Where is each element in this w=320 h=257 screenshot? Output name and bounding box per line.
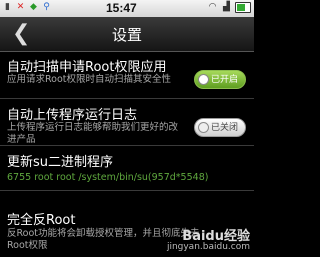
setting-upload-log[interactable]: 自动上传程序运行日志 上传程序运行日志能够帮助我们更好的改进产品 已关闭	[0, 99, 254, 146]
setting-title: 更新su二进制程序	[7, 155, 114, 170]
notification-icon: ◆	[30, 2, 37, 12]
status-bar: ▮ ✕ ◆ ⚲ 15:47 ◠ ▟	[0, 0, 254, 17]
toggle-knob	[198, 74, 209, 85]
setting-subtitle: 应用请求Root权限时自动扫描其安全性	[7, 74, 172, 85]
setting-title: 完全反Root	[7, 213, 76, 228]
status-left-icons: ▮ ✕ ◆ ⚲	[2, 2, 52, 13]
watermark-url: jingyan.baidu.com	[166, 242, 250, 252]
setting-auto-scan[interactable]: 自动扫描申请Root权限应用 应用请求Root权限时自动扫描其安全性 已开启	[0, 52, 254, 99]
watermark: Baidu经验 jingyan.baidu.com	[166, 229, 250, 253]
title-bar: ❮ 设置	[0, 17, 254, 52]
toggle-label: 已关闭	[210, 123, 238, 133]
setting-title: 自动上传程序运行日志	[7, 108, 138, 123]
battery-icon	[235, 2, 251, 13]
app-icon: ✕	[16, 2, 25, 12]
toggle-knob	[198, 122, 209, 133]
signal-icon: ▮	[5, 2, 10, 12]
status-right-icons: ◠ ▟	[207, 2, 251, 13]
setting-subtitle: 上传程序运行日志能够帮助我们更好的改进产品	[7, 122, 179, 145]
status-time: 15:47	[106, 1, 137, 15]
page-title: 设置	[111, 26, 142, 44]
wifi-icon: ◠	[208, 2, 217, 12]
setting-subtitle: 6755 root root /system/bin/su(957d*5548)	[7, 172, 209, 183]
toggle-label: 已开启	[210, 75, 238, 85]
usb-icon: ⚲	[43, 2, 50, 12]
watermark-logo: Baidu经验	[182, 229, 250, 244]
upload-log-toggle[interactable]: 已关闭	[194, 118, 246, 137]
setting-title: 自动扫描申请Root权限应用	[7, 60, 167, 75]
setting-update-su[interactable]: 更新su二进制程序 6755 root root /system/bin/su(…	[0, 146, 254, 191]
signal-bars-icon: ▟	[223, 2, 230, 12]
auto-scan-toggle[interactable]: 已开启	[194, 70, 246, 89]
